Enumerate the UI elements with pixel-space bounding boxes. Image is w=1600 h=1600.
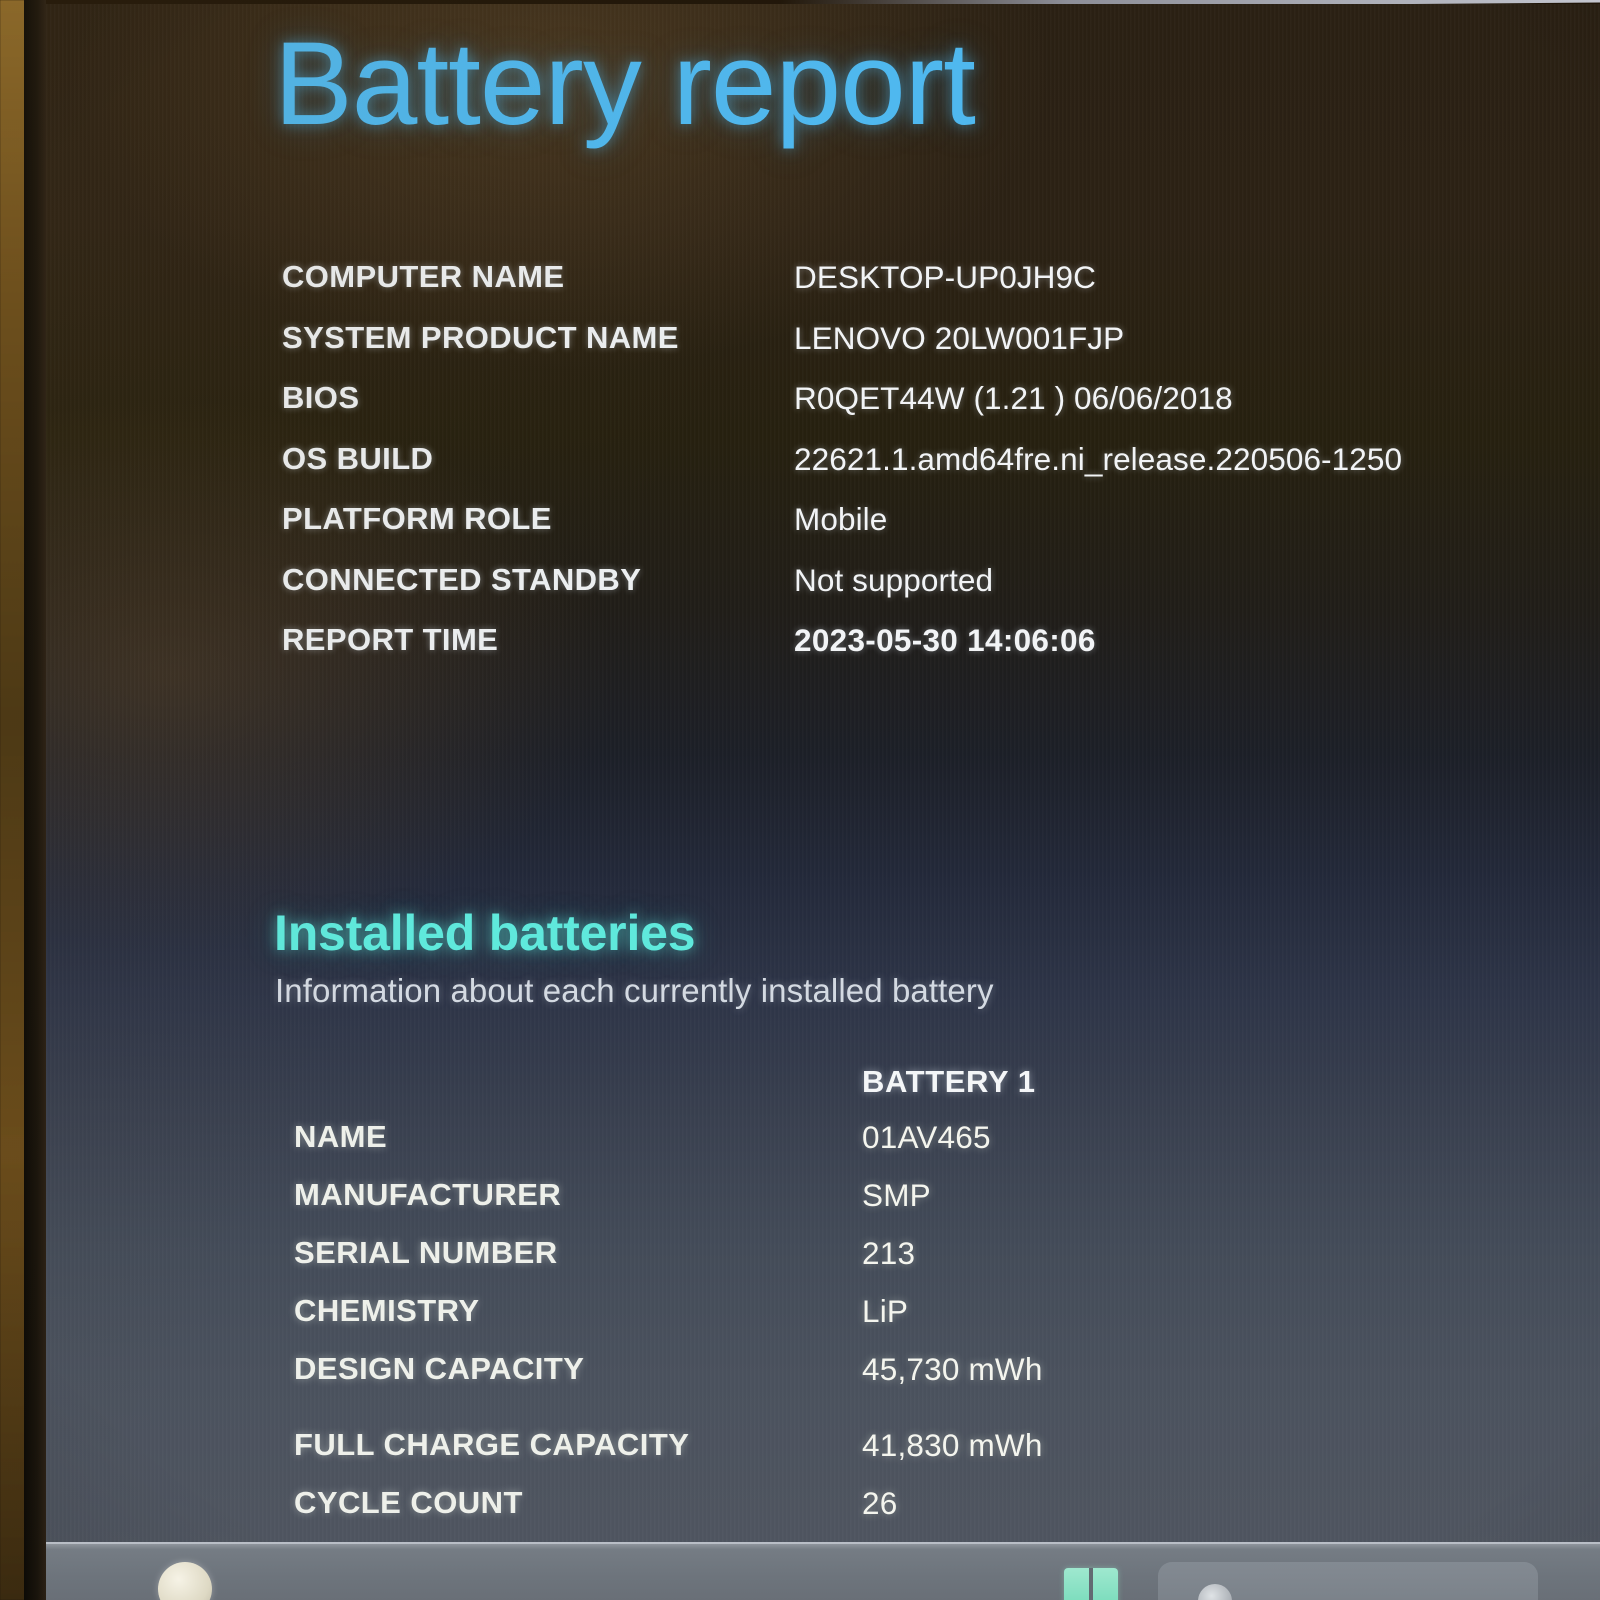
row-value-connected-standby: Not supported bbox=[794, 561, 994, 598]
row-label-computer-name: COMPUTER NAME bbox=[282, 259, 565, 294]
table-row: BIOS R0QET44W (1.21 ) 06/06/2018 bbox=[282, 380, 1542, 441]
section-heading-installed-batteries: Installed batteries bbox=[274, 905, 696, 961]
search-orb-icon[interactable] bbox=[158, 1562, 212, 1600]
column-header-battery-1: BATTERY 1 bbox=[862, 1064, 1036, 1099]
section-subtitle: Information about each currently install… bbox=[275, 972, 994, 1009]
excel-icon[interactable] bbox=[1064, 1568, 1118, 1600]
table-row: NAME 01AV465 bbox=[294, 1119, 1574, 1177]
row-label-system-product-name: SYSTEM PRODUCT NAME bbox=[282, 319, 679, 355]
row-label-platform-role: PLATFORM ROLE bbox=[282, 501, 552, 536]
row-label-manufacturer: MANUFACTURER bbox=[294, 1177, 562, 1212]
laptop-screen: Battery report COMPUTER NAME DESKTOP-UP0… bbox=[46, 4, 1600, 1600]
row-value-manufacturer: SMP bbox=[862, 1177, 931, 1213]
table-row: DESIGN CAPACITY 45,730 mWh bbox=[294, 1351, 1574, 1409]
row-value-serial-number: 213 bbox=[862, 1235, 916, 1271]
row-label-connected-standby: CONNECTED STANDBY bbox=[282, 561, 642, 597]
row-label-full-charge-capacity: FULL CHARGE CAPACITY bbox=[294, 1427, 690, 1462]
battery-report-document: Battery report COMPUTER NAME DESKTOP-UP0… bbox=[46, 4, 1600, 1600]
table-row: OS BUILD 22621.1.amd64fre.ni_release.220… bbox=[282, 441, 1542, 502]
row-value-name: 01AV465 bbox=[862, 1119, 991, 1155]
row-value-os-build: 22621.1.amd64fre.ni_release.220506-1250 bbox=[794, 440, 1403, 477]
table-row: CYCLE COUNT 26 bbox=[294, 1485, 1574, 1543]
row-value-cycle-count: 26 bbox=[862, 1485, 898, 1521]
row-label-serial-number: SERIAL NUMBER bbox=[294, 1235, 558, 1270]
table-row: SERIAL NUMBER 213 bbox=[294, 1235, 1574, 1293]
row-value-system-product-name: LENOVO 20LW001FJP bbox=[794, 319, 1125, 356]
row-label-report-time: REPORT TIME bbox=[282, 622, 499, 657]
row-label-design-capacity: DESIGN CAPACITY bbox=[294, 1351, 585, 1386]
table-row: CONNECTED STANDBY Not supported bbox=[282, 562, 1542, 623]
table-row: FULL CHARGE CAPACITY 41,830 mWh bbox=[294, 1427, 1574, 1485]
table-row: REPORT TIME 2023-05-30 14:06:06 bbox=[282, 622, 1542, 683]
monitor-bezel-left bbox=[24, 0, 46, 1600]
photograph-of-screen: Battery report COMPUTER NAME DESKTOP-UP0… bbox=[0, 0, 1600, 1600]
windows-taskbar[interactable] bbox=[46, 1542, 1600, 1600]
table-row: COMPUTER NAME DESKTOP-UP0JH9C bbox=[282, 259, 1542, 320]
page-title: Battery report bbox=[274, 18, 976, 150]
table-row: PLATFORM ROLE Mobile bbox=[282, 501, 1542, 562]
row-label-os-build: OS BUILD bbox=[282, 440, 434, 476]
table-row: MANUFACTURER SMP bbox=[294, 1177, 1574, 1235]
row-label-chemistry: CHEMISTRY bbox=[294, 1293, 480, 1328]
ambient-desk-edge bbox=[0, 0, 26, 1600]
battery-rows: NAME 01AV465 MANUFACTURER SMP SERIAL NUM… bbox=[294, 1119, 1574, 1543]
row-label-name: NAME bbox=[294, 1119, 388, 1154]
system-info-table: COMPUTER NAME DESKTOP-UP0JH9C SYSTEM PRO… bbox=[282, 259, 1542, 683]
table-row: SYSTEM PRODUCT NAME LENOVO 20LW001FJP bbox=[282, 320, 1542, 381]
row-value-chemistry: LiP bbox=[862, 1293, 909, 1329]
row-value-platform-role: Mobile bbox=[794, 501, 888, 537]
row-value-full-charge-capacity: 41,830 mWh bbox=[862, 1427, 1043, 1463]
row-label-bios: BIOS bbox=[282, 380, 360, 415]
row-label-cycle-count: CYCLE COUNT bbox=[294, 1485, 523, 1520]
row-value-design-capacity: 45,730 mWh bbox=[862, 1351, 1043, 1387]
table-row: CHEMISTRY LiP bbox=[294, 1293, 1574, 1351]
row-value-report-time: 2023-05-30 14:06:06 bbox=[794, 622, 1096, 658]
row-value-bios: R0QET44W (1.21 ) 06/06/2018 bbox=[794, 380, 1233, 416]
row-value-computer-name: DESKTOP-UP0JH9C bbox=[794, 259, 1096, 295]
